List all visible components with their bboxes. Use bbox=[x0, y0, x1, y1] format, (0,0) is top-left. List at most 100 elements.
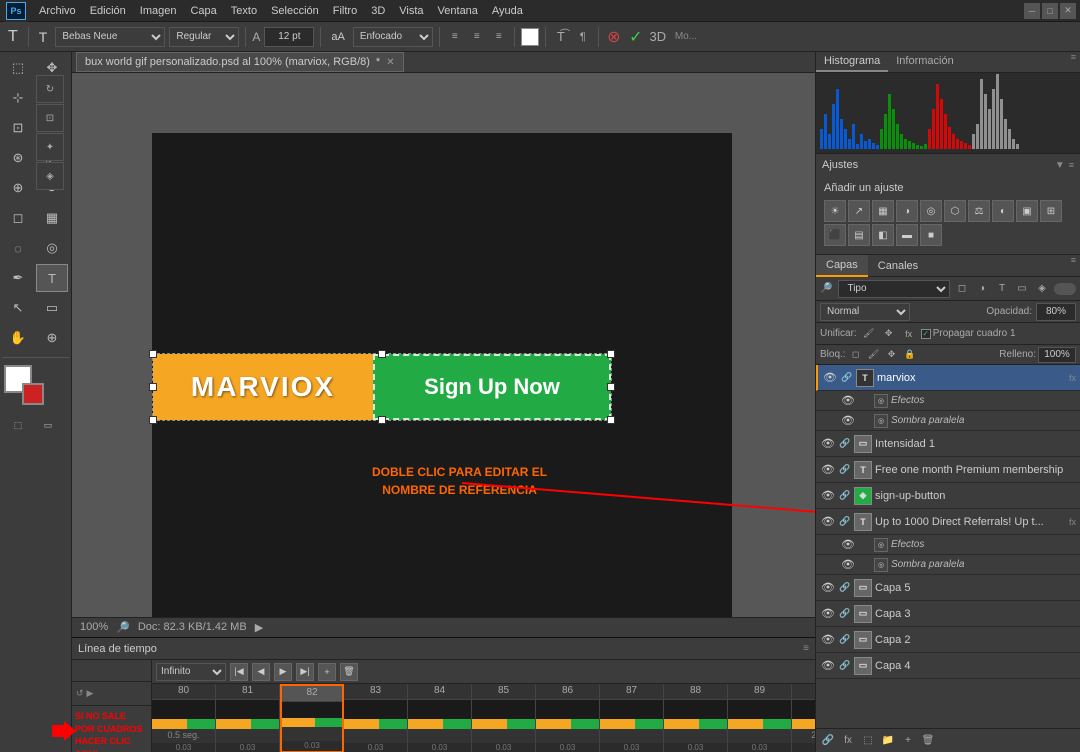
lock-all-icon[interactable]: 🔒 bbox=[902, 347, 918, 363]
char-panel-icon[interactable]: ¶ bbox=[574, 28, 592, 46]
layer-link-icon[interactable]: 🔗 bbox=[839, 658, 851, 674]
lock-paint-icon[interactable]: 🖌 bbox=[866, 347, 882, 363]
layer-item[interactable]: 👁 🔗 T Up to 1000 Direct Referrals! Up t.… bbox=[816, 509, 1080, 535]
frame-cell[interactable]: 81 0.03 bbox=[216, 684, 280, 752]
frame-cell[interactable]: 90 2 seg. 0.03 bbox=[792, 684, 815, 752]
layer-link-icon[interactable]: 🔗 bbox=[839, 436, 851, 452]
text-color-swatch[interactable] bbox=[521, 28, 539, 46]
propagate-check[interactable]: ✓ Propagar cuadro 1 bbox=[921, 328, 1016, 339]
anti-alias-select[interactable]: Enfocado bbox=[353, 27, 433, 47]
gradient-tool[interactable]: ▦ bbox=[36, 204, 68, 232]
blend-mode-select[interactable]: Normal bbox=[820, 303, 910, 321]
font-style-select[interactable]: Regular bbox=[169, 27, 239, 47]
font-size-input[interactable] bbox=[264, 27, 314, 47]
menu-imagen[interactable]: Imagen bbox=[133, 0, 184, 22]
menu-ventana[interactable]: Ventana bbox=[431, 0, 485, 22]
align-right-icon[interactable]: ≡ bbox=[490, 28, 508, 46]
canales-tab[interactable]: Canales bbox=[868, 255, 928, 277]
layer-item[interactable]: 👁 🔗 ▭ Capa 4 bbox=[816, 653, 1080, 679]
timeline-collapse[interactable]: ≡ bbox=[803, 643, 809, 654]
delete-layer-icon[interactable]: 🗑 bbox=[920, 733, 936, 749]
first-frame-btn[interactable]: |◀ bbox=[230, 663, 248, 681]
frame-cell[interactable]: 82 0.03 bbox=[280, 684, 344, 752]
minimize-button[interactable]: ─ bbox=[1024, 3, 1040, 19]
eraser-tool[interactable]: ◻ bbox=[2, 204, 34, 232]
frame-cell[interactable]: 83 0.03 bbox=[344, 684, 408, 752]
blur-tool[interactable]: ◌ bbox=[2, 234, 34, 262]
layer-styles-icon[interactable]: fx bbox=[840, 733, 856, 749]
document-tab[interactable]: bux world gif personalizado.psd al 100% … bbox=[76, 52, 404, 72]
layer-visibility-icon[interactable]: 👁 bbox=[820, 658, 836, 674]
frame-cell[interactable]: 88 0.03 bbox=[664, 684, 728, 752]
layer-link-icon[interactable]: 🔗 bbox=[841, 370, 853, 386]
link-layers-icon[interactable]: 🔗 bbox=[820, 733, 836, 749]
color-balance-icon[interactable]: ⚖ bbox=[968, 200, 990, 222]
ajustes-collapse[interactable]: ▼ bbox=[1055, 160, 1065, 171]
screen-mode-icon[interactable]: ▭ bbox=[34, 415, 62, 435]
layer-link-icon[interactable]: 🔗 bbox=[839, 462, 851, 478]
threshold-icon[interactable]: ◧ bbox=[872, 224, 894, 246]
invert-icon[interactable]: ⬛ bbox=[824, 224, 846, 246]
add-mask-icon[interactable]: ⬚ bbox=[860, 733, 876, 749]
layer-link-icon[interactable]: 🔗 bbox=[839, 632, 851, 648]
play-btn[interactable]: ▶ bbox=[274, 663, 292, 681]
unify-fx-icon[interactable]: fx bbox=[901, 326, 917, 342]
layer-link-icon[interactable]: 🔗 bbox=[839, 514, 851, 530]
text-filter-icon[interactable]: T bbox=[994, 281, 1010, 297]
filter-toggle[interactable] bbox=[1054, 283, 1076, 295]
bw-icon[interactable]: ◐ bbox=[992, 200, 1014, 222]
layer-item[interactable]: 👁 🔗 ▭ Capa 3 bbox=[816, 601, 1080, 627]
play-settings-icon[interactable]: ▶ bbox=[87, 688, 94, 699]
menu-seleccion[interactable]: Selección bbox=[264, 0, 326, 22]
prev-frame-btn[interactable]: ◀ bbox=[252, 663, 270, 681]
quick-mask-icon[interactable]: ⬚ bbox=[4, 415, 32, 435]
tab-close-button[interactable]: ✕ bbox=[386, 57, 394, 68]
channel-mix-icon[interactable]: ⊞ bbox=[1040, 200, 1062, 222]
layer-visibility-icon[interactable]: 👁 bbox=[820, 436, 836, 452]
handle-tm[interactable] bbox=[378, 350, 386, 358]
layer-item[interactable]: 👁 🔗 ◈ sign-up-button bbox=[816, 483, 1080, 509]
solid-color-icon[interactable]: ■ bbox=[920, 224, 942, 246]
layer-link-icon[interactable]: 🔗 bbox=[839, 488, 851, 504]
loop-select[interactable]: Infinito bbox=[156, 663, 226, 681]
layer-link-icon[interactable]: 🔗 bbox=[839, 580, 851, 596]
menu-3d[interactable]: 3D bbox=[364, 0, 392, 22]
menu-edicion[interactable]: Edición bbox=[83, 0, 133, 22]
frame-cell[interactable]: 80 0.5 seg. 0.03 bbox=[152, 684, 216, 752]
menu-vista[interactable]: Vista bbox=[392, 0, 430, 22]
hue-icon[interactable]: ⬡ bbox=[944, 200, 966, 222]
gradient-map-icon[interactable]: ▬ bbox=[896, 224, 918, 246]
levels-icon[interactable]: ▦ bbox=[872, 200, 894, 222]
opacity-input[interactable] bbox=[1036, 303, 1076, 321]
menu-archivo[interactable]: Archivo bbox=[32, 0, 83, 22]
unify-position-icon[interactable]: ✥ bbox=[881, 326, 897, 342]
menu-filtro[interactable]: Filtro bbox=[326, 0, 364, 22]
menu-ayuda[interactable]: Ayuda bbox=[485, 0, 530, 22]
layer-vis-icon[interactable]: 👁 bbox=[840, 557, 856, 573]
text-orient-icon[interactable]: T bbox=[35, 26, 52, 48]
capas-menu[interactable]: ≡ bbox=[1067, 255, 1080, 276]
handle-tr[interactable] bbox=[607, 350, 615, 358]
handle-ml[interactable] bbox=[149, 383, 157, 391]
3d-icon[interactable]: 3D bbox=[649, 28, 667, 46]
more-options[interactable]: Mo... bbox=[675, 31, 697, 42]
dodge-tool[interactable]: ◎ bbox=[36, 234, 68, 262]
layer-visibility-icon[interactable]: 👁 bbox=[820, 580, 836, 596]
hand-tool[interactable]: ✋ bbox=[2, 324, 34, 352]
material-tool[interactable]: ◈ bbox=[36, 162, 64, 190]
sub-layer-item[interactable]: 👁 ◎ Sombra paralela bbox=[816, 555, 1080, 575]
commit-icon[interactable]: ✓ bbox=[627, 28, 645, 46]
smart-filter-icon[interactable]: ◈ bbox=[1034, 281, 1050, 297]
histogram-tab[interactable]: Histograma bbox=[816, 52, 888, 72]
frame-cell[interactable]: 87 0.03 bbox=[600, 684, 664, 752]
align-left-icon[interactable]: ≡ bbox=[446, 28, 464, 46]
cancel-icon[interactable]: ⊗ bbox=[605, 28, 623, 46]
layer-visibility-icon[interactable]: 👁 bbox=[820, 606, 836, 622]
spot-heal-tool[interactable]: ⊛ bbox=[2, 144, 34, 172]
font-family-select[interactable]: Bebas Neue bbox=[55, 27, 165, 47]
menu-capa[interactable]: Capa bbox=[183, 0, 223, 22]
marquee-tool[interactable]: ⬚ bbox=[2, 54, 34, 82]
brightness-icon[interactable]: ☀ bbox=[824, 200, 846, 222]
photo-filter-icon[interactable]: ▣ bbox=[1016, 200, 1038, 222]
lasso-tool[interactable]: ⊹ bbox=[2, 84, 34, 112]
